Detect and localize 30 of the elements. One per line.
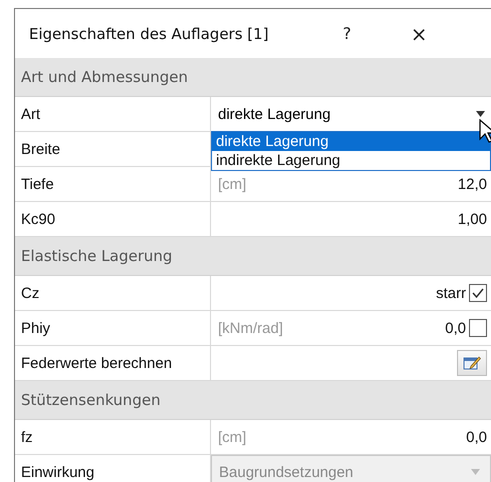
property-label: Breite	[15, 132, 211, 166]
caret-icon	[476, 111, 485, 117]
dropdown-option[interactable]: indirekte Lagerung	[212, 151, 490, 170]
section-header: Stützensenkungen	[15, 381, 491, 420]
property-label: Cz	[15, 276, 211, 310]
value-text: 12,0	[458, 176, 488, 192]
unit-label: [cm]	[218, 428, 246, 446]
close-button[interactable]: ×	[399, 22, 439, 46]
checkbox[interactable]	[469, 319, 487, 337]
checkbox[interactable]	[469, 284, 487, 302]
property-label: Federwerte berechnen	[15, 346, 211, 380]
unit-label: [cm]	[218, 176, 246, 192]
edit-button[interactable]	[457, 350, 487, 376]
property-label: Phiy	[15, 311, 211, 345]
value-text: 1,00	[458, 210, 488, 228]
dropdown-option[interactable]: direkte Lagerung	[212, 132, 490, 151]
section-header: Art und Abmessungen	[15, 58, 491, 97]
value-text: 0,0	[445, 320, 467, 336]
caret-icon	[471, 469, 480, 475]
help-button[interactable]: ?	[327, 24, 367, 43]
value-text: starr	[436, 284, 467, 302]
property-label: fz	[15, 420, 211, 454]
edit-pencil-icon	[463, 355, 481, 371]
window-title: Eigenschaften des Auflagers [1]	[29, 24, 270, 42]
property-label: Kc90	[15, 202, 211, 236]
unit-label: [kNm/rad]	[218, 320, 284, 336]
checkmark-icon	[471, 286, 485, 300]
property-label: Tiefe	[15, 167, 211, 201]
value-text: 0,0	[466, 428, 488, 446]
section-header: Elastische Lagerung	[15, 237, 491, 276]
